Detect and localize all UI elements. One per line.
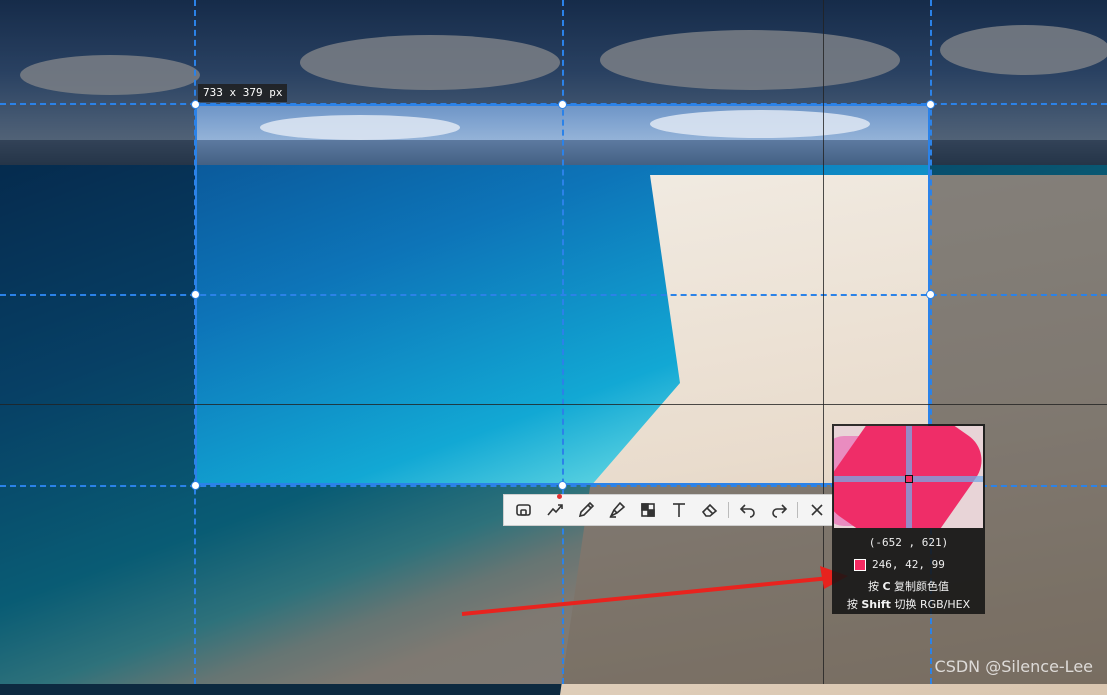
rectangle-icon	[515, 504, 531, 516]
close-icon	[810, 504, 823, 516]
mosaic-icon	[640, 503, 655, 517]
undo-button[interactable]	[732, 496, 763, 524]
toolbar-separator	[728, 502, 729, 518]
guide-line-middle	[0, 294, 1107, 296]
toggle-format-tip: 按 Shift 切换 RGB/HEX	[846, 598, 971, 611]
handle-top-right[interactable]	[926, 100, 935, 109]
guide-line-top	[0, 103, 1107, 105]
rgb-value: 246, 42, 99	[872, 558, 945, 571]
handle-right[interactable]	[926, 290, 935, 299]
handle-top[interactable]	[558, 100, 567, 109]
magnified-pixels	[834, 426, 983, 528]
redo-button[interactable]	[763, 496, 794, 524]
cursor-coordinates: (-652 , 621)	[868, 536, 949, 549]
copy-color-tip: 按 C 复制颜色值	[867, 580, 950, 593]
color-value: 246, 42, 99	[854, 558, 945, 571]
undo-icon	[739, 504, 755, 518]
freehand-line-tool[interactable]	[539, 494, 570, 524]
active-indicator-dot	[557, 494, 562, 499]
annotation-toolbar	[503, 494, 833, 526]
crosshair-horizontal	[0, 404, 1107, 405]
text-tool[interactable]	[663, 496, 694, 524]
highlighter-icon	[608, 501, 625, 518]
pen-icon	[578, 501, 594, 518]
toolbar-separator	[797, 502, 798, 518]
text-icon	[672, 503, 685, 517]
close-button[interactable]	[801, 496, 832, 524]
polyline-icon	[546, 504, 563, 516]
highlighter-tool[interactable]	[601, 496, 632, 524]
color-swatch	[854, 558, 866, 571]
mosaic-tool[interactable]	[632, 496, 663, 524]
center-pixel	[905, 475, 913, 483]
redo-icon	[771, 504, 787, 518]
pen-tool[interactable]	[570, 496, 601, 524]
watermark: CSDN @Silence-Lee	[934, 657, 1093, 676]
selection-size-label: 733 x 379 px	[198, 84, 288, 102]
handle-bottom[interactable]	[558, 481, 567, 490]
eraser-tool[interactable]	[694, 496, 725, 524]
handle-bottom-left[interactable]	[191, 481, 200, 490]
handle-left[interactable]	[191, 290, 200, 299]
color-magnifier: (-652 , 621) 246, 42, 99 按 C 复制颜色值 按 Shi…	[832, 424, 985, 614]
rectangle-tool[interactable]	[508, 496, 539, 524]
eraser-icon	[701, 503, 717, 517]
crosshair-vertical	[823, 0, 824, 684]
